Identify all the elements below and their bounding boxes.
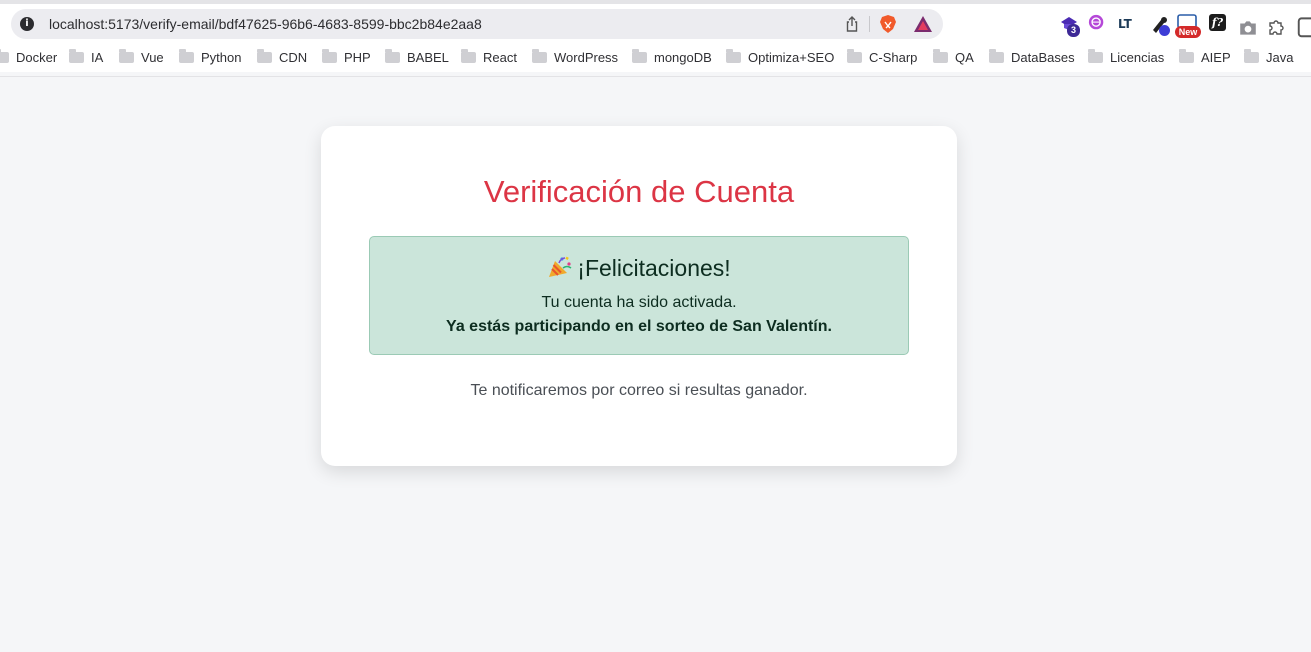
- bookmark-folder-licencias[interactable]: Licencias: [1088, 49, 1165, 65]
- bookmark-label: DataBases: [1011, 50, 1075, 65]
- bookmarks-bar: Docker IA Vue Python CDN PHP BABEL React…: [0, 44, 1311, 72]
- languagetool-icon[interactable]: LT: [1118, 17, 1138, 39]
- extension-new-icon[interactable]: New: [1175, 14, 1201, 38]
- folder-icon: [726, 49, 741, 63]
- folder-icon: [69, 49, 84, 63]
- folder-icon: [1088, 49, 1103, 63]
- site-info-icon[interactable]: i: [20, 17, 34, 31]
- bookmark-label: React: [483, 50, 517, 65]
- sidebar-icon[interactable]: [1297, 17, 1311, 39]
- bookmark-folder-cdn[interactable]: CDN: [257, 49, 308, 65]
- bookmark-label: WordPress: [554, 50, 619, 65]
- bookmark-label: Java: [1266, 50, 1294, 65]
- bookmark-label: PHP: [344, 50, 371, 65]
- folder-icon: [461, 49, 476, 63]
- bookmark-folder-wordpress[interactable]: WordPress: [532, 49, 619, 65]
- folder-icon: [847, 49, 862, 63]
- bookmark-folder-qa[interactable]: QA: [933, 49, 974, 65]
- puzzle-icon[interactable]: [1267, 16, 1287, 38]
- raffle-message: Ya estás participando en el sorteo de Sa…: [446, 318, 832, 335]
- camera-icon[interactable]: [1238, 17, 1258, 39]
- bookmark-label: QA: [955, 50, 974, 65]
- page-title: Verificación de Cuenta: [483, 174, 795, 209]
- alert-heading-row: ¡Felicitaciones!: [370, 255, 908, 282]
- folder-icon: [385, 49, 400, 63]
- folder-icon: [1179, 49, 1194, 63]
- folder-icon: [0, 49, 9, 63]
- bookmark-label: Docker: [16, 50, 58, 65]
- folder-icon: [989, 49, 1004, 63]
- bookmark-label: CDN: [279, 50, 308, 65]
- folder-icon: [179, 49, 194, 63]
- share-icon[interactable]: [843, 15, 861, 33]
- extension-font-icon[interactable]: f?: [1209, 14, 1229, 36]
- url-text[interactable]: localhost:5173/verify-email/bdf47625-96b…: [49, 16, 482, 32]
- bookmark-label: IA: [91, 50, 104, 65]
- folder-icon: [322, 49, 337, 63]
- bookmark-label: AIEP: [1201, 50, 1231, 65]
- bookmark-folder-python[interactable]: Python: [179, 49, 242, 65]
- bookmark-label: mongoDB: [654, 50, 712, 65]
- bookmark-folder-docker[interactable]: Docker: [0, 49, 58, 65]
- brave-shields-icon[interactable]: [878, 14, 898, 34]
- activation-message: Tu cuenta ha sido activada.: [541, 294, 737, 311]
- bookmark-label: Python: [201, 50, 242, 65]
- folder-icon: [532, 49, 547, 63]
- bookmark-folder-vue[interactable]: Vue: [119, 49, 164, 65]
- bookmark-label: Optimiza+SEO: [748, 50, 835, 65]
- bookmark-label: Vue: [141, 50, 164, 65]
- bookmark-folder-databases[interactable]: DataBases: [989, 49, 1075, 65]
- extension-3-icon[interactable]: 3: [1059, 14, 1080, 37]
- folder-icon: [632, 49, 647, 63]
- bookmark-label: BABEL: [407, 50, 449, 65]
- toolbar-divider: [0, 76, 1311, 77]
- extension-badge: [1159, 25, 1170, 36]
- url-divider: [869, 16, 870, 32]
- folder-icon: [933, 49, 948, 63]
- bookmark-folder-aiep[interactable]: AIEP: [1179, 49, 1231, 65]
- bookmark-folder-react[interactable]: React: [461, 49, 517, 65]
- bookmark-folder-ia[interactable]: IA: [69, 49, 104, 65]
- alert-heading: ¡Felicitaciones!: [577, 255, 731, 281]
- address-bar[interactable]: i localhost:5173/verify-email/bdf47625-9…: [11, 9, 943, 39]
- folder-icon: [257, 49, 272, 63]
- success-alert: ¡Felicitaciones! Tu cuenta ha sido activ…: [369, 236, 909, 355]
- bookmark-folder-optimiza-seo[interactable]: Optimiza+SEO: [726, 49, 835, 65]
- bookmark-folder-java[interactable]: Java: [1244, 49, 1294, 65]
- brave-rewards-icon[interactable]: [913, 14, 933, 34]
- bookmark-folder-babel[interactable]: BABEL: [385, 49, 449, 65]
- font-icon-label: f?: [1209, 14, 1226, 31]
- browser-toolbar: i localhost:5173/verify-email/bdf47625-9…: [0, 4, 1311, 44]
- bookmark-folder-c-sharp[interactable]: C-Sharp: [847, 49, 918, 65]
- bookmark-folder-php[interactable]: PHP: [322, 49, 371, 65]
- bookmark-label: Licencias: [1110, 50, 1165, 65]
- verification-card: Verificación de Cuenta ¡Felicitaciones! …: [321, 126, 957, 466]
- new-badge: New: [1175, 26, 1201, 38]
- bookmark-label: C-Sharp: [869, 50, 918, 65]
- party-popper-icon: [549, 256, 572, 277]
- extension-dropper-icon[interactable]: [1149, 14, 1170, 36]
- folder-icon: [119, 49, 134, 63]
- extension-globe-icon[interactable]: [1088, 14, 1108, 36]
- extension-badge: 3: [1067, 24, 1080, 37]
- bookmark-folder-mongodb[interactable]: mongoDB: [632, 49, 712, 65]
- folder-icon: [1244, 49, 1259, 63]
- notification-notice: Te notificaremos por correo si resultas …: [470, 382, 808, 399]
